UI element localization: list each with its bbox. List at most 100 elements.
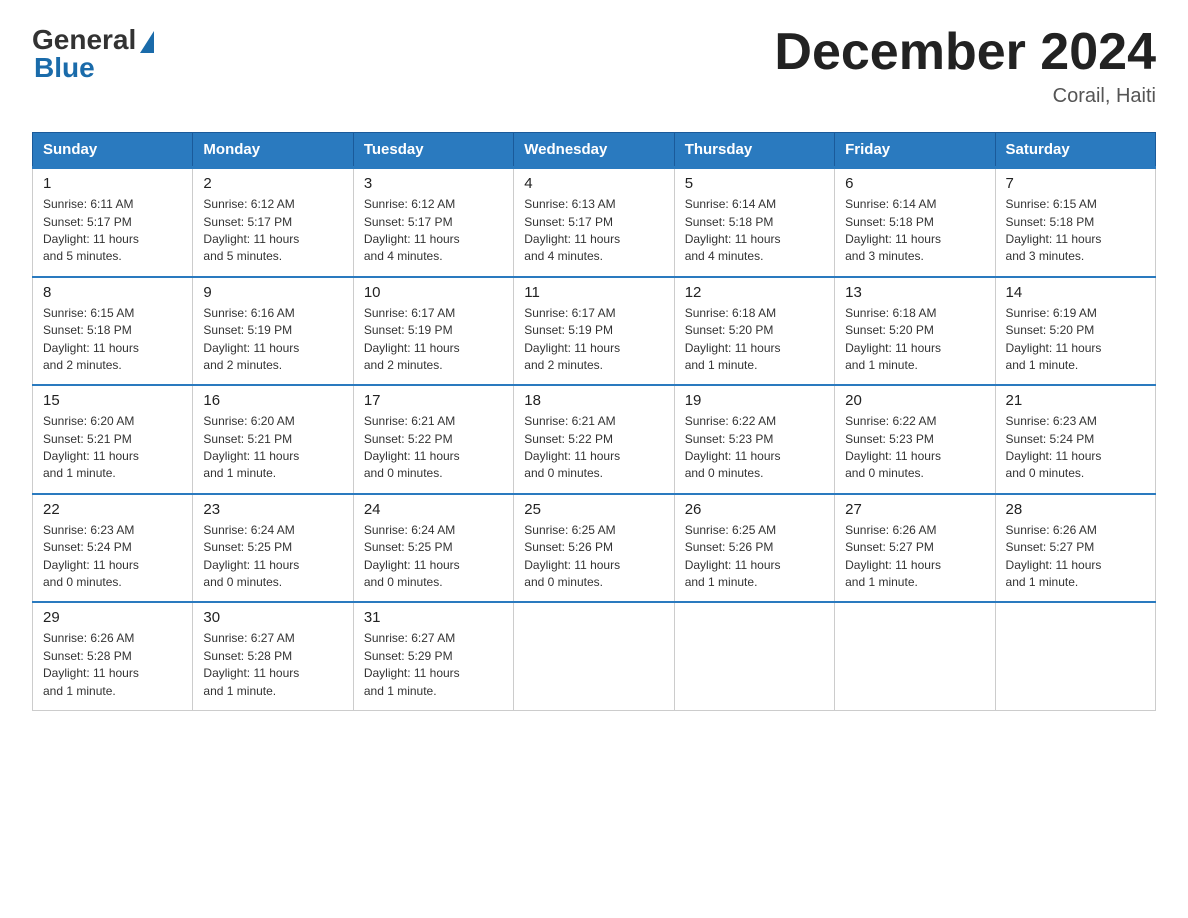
day-number: 7 <box>1006 175 1145 192</box>
day-info: Sunrise: 6:22 AMSunset: 5:23 PMDaylight:… <box>845 414 941 480</box>
table-row: 19 Sunrise: 6:22 AMSunset: 5:23 PMDaylig… <box>674 385 834 494</box>
day-number: 26 <box>685 501 824 518</box>
day-number: 20 <box>845 392 984 409</box>
table-row: 9 Sunrise: 6:16 AMSunset: 5:19 PMDayligh… <box>193 277 353 386</box>
day-info: Sunrise: 6:27 AMSunset: 5:29 PMDaylight:… <box>364 631 460 697</box>
day-info: Sunrise: 6:26 AMSunset: 5:27 PMDaylight:… <box>845 523 941 589</box>
day-info: Sunrise: 6:17 AMSunset: 5:19 PMDaylight:… <box>364 306 460 372</box>
table-row: 21 Sunrise: 6:23 AMSunset: 5:24 PMDaylig… <box>995 385 1155 494</box>
table-row: 10 Sunrise: 6:17 AMSunset: 5:19 PMDaylig… <box>353 277 513 386</box>
day-number: 17 <box>364 392 503 409</box>
day-number: 6 <box>845 175 984 192</box>
day-number: 9 <box>203 284 342 301</box>
table-row: 1 Sunrise: 6:11 AMSunset: 5:17 PMDayligh… <box>33 168 193 277</box>
location-label: Corail, Haiti <box>774 85 1156 108</box>
day-info: Sunrise: 6:23 AMSunset: 5:24 PMDaylight:… <box>1006 414 1102 480</box>
day-info: Sunrise: 6:15 AMSunset: 5:18 PMDaylight:… <box>1006 197 1102 263</box>
calendar-week-row: 22 Sunrise: 6:23 AMSunset: 5:24 PMDaylig… <box>33 494 1156 603</box>
col-tuesday: Tuesday <box>353 133 513 168</box>
table-row <box>514 602 674 710</box>
calendar-week-row: 1 Sunrise: 6:11 AMSunset: 5:17 PMDayligh… <box>33 168 1156 277</box>
table-row: 4 Sunrise: 6:13 AMSunset: 5:17 PMDayligh… <box>514 168 674 277</box>
table-row: 15 Sunrise: 6:20 AMSunset: 5:21 PMDaylig… <box>33 385 193 494</box>
day-number: 1 <box>43 175 182 192</box>
table-row: 30 Sunrise: 6:27 AMSunset: 5:28 PMDaylig… <box>193 602 353 710</box>
table-row: 22 Sunrise: 6:23 AMSunset: 5:24 PMDaylig… <box>33 494 193 603</box>
calendar-table: Sunday Monday Tuesday Wednesday Thursday… <box>32 132 1156 711</box>
table-row: 18 Sunrise: 6:21 AMSunset: 5:22 PMDaylig… <box>514 385 674 494</box>
day-number: 18 <box>524 392 663 409</box>
day-number: 24 <box>364 501 503 518</box>
logo-triangle-icon <box>140 31 154 53</box>
table-row <box>995 602 1155 710</box>
day-number: 29 <box>43 609 182 626</box>
day-number: 22 <box>43 501 182 518</box>
col-wednesday: Wednesday <box>514 133 674 168</box>
table-row: 28 Sunrise: 6:26 AMSunset: 5:27 PMDaylig… <box>995 494 1155 603</box>
table-row: 17 Sunrise: 6:21 AMSunset: 5:22 PMDaylig… <box>353 385 513 494</box>
header-right: December 2024 Corail, Haiti <box>774 24 1156 108</box>
logo-blue-text: Blue <box>32 52 95 84</box>
table-row: 2 Sunrise: 6:12 AMSunset: 5:17 PMDayligh… <box>193 168 353 277</box>
calendar-header-row: Sunday Monday Tuesday Wednesday Thursday… <box>33 133 1156 168</box>
day-info: Sunrise: 6:12 AMSunset: 5:17 PMDaylight:… <box>203 197 299 263</box>
day-info: Sunrise: 6:14 AMSunset: 5:18 PMDaylight:… <box>845 197 941 263</box>
day-info: Sunrise: 6:15 AMSunset: 5:18 PMDaylight:… <box>43 306 139 372</box>
calendar-week-row: 8 Sunrise: 6:15 AMSunset: 5:18 PMDayligh… <box>33 277 1156 386</box>
calendar-week-row: 29 Sunrise: 6:26 AMSunset: 5:28 PMDaylig… <box>33 602 1156 710</box>
table-row: 23 Sunrise: 6:24 AMSunset: 5:25 PMDaylig… <box>193 494 353 603</box>
day-info: Sunrise: 6:16 AMSunset: 5:19 PMDaylight:… <box>203 306 299 372</box>
day-number: 15 <box>43 392 182 409</box>
col-thursday: Thursday <box>674 133 834 168</box>
table-row: 27 Sunrise: 6:26 AMSunset: 5:27 PMDaylig… <box>835 494 995 603</box>
day-info: Sunrise: 6:20 AMSunset: 5:21 PMDaylight:… <box>203 414 299 480</box>
day-number: 14 <box>1006 284 1145 301</box>
day-number: 21 <box>1006 392 1145 409</box>
day-number: 25 <box>524 501 663 518</box>
day-number: 19 <box>685 392 824 409</box>
table-row: 14 Sunrise: 6:19 AMSunset: 5:20 PMDaylig… <box>995 277 1155 386</box>
day-number: 10 <box>364 284 503 301</box>
day-info: Sunrise: 6:11 AMSunset: 5:17 PMDaylight:… <box>43 197 139 263</box>
day-number: 5 <box>685 175 824 192</box>
day-number: 27 <box>845 501 984 518</box>
table-row: 13 Sunrise: 6:18 AMSunset: 5:20 PMDaylig… <box>835 277 995 386</box>
logo: General Blue <box>32 24 154 84</box>
day-number: 2 <box>203 175 342 192</box>
table-row: 31 Sunrise: 6:27 AMSunset: 5:29 PMDaylig… <box>353 602 513 710</box>
table-row: 25 Sunrise: 6:25 AMSunset: 5:26 PMDaylig… <box>514 494 674 603</box>
day-info: Sunrise: 6:24 AMSunset: 5:25 PMDaylight:… <box>203 523 299 589</box>
table-row: 6 Sunrise: 6:14 AMSunset: 5:18 PMDayligh… <box>835 168 995 277</box>
table-row: 24 Sunrise: 6:24 AMSunset: 5:25 PMDaylig… <box>353 494 513 603</box>
day-info: Sunrise: 6:26 AMSunset: 5:28 PMDaylight:… <box>43 631 139 697</box>
day-info: Sunrise: 6:19 AMSunset: 5:20 PMDaylight:… <box>1006 306 1102 372</box>
day-info: Sunrise: 6:27 AMSunset: 5:28 PMDaylight:… <box>203 631 299 697</box>
day-info: Sunrise: 6:25 AMSunset: 5:26 PMDaylight:… <box>685 523 781 589</box>
day-number: 3 <box>364 175 503 192</box>
day-number: 16 <box>203 392 342 409</box>
col-monday: Monday <box>193 133 353 168</box>
day-number: 13 <box>845 284 984 301</box>
table-row: 8 Sunrise: 6:15 AMSunset: 5:18 PMDayligh… <box>33 277 193 386</box>
table-row: 5 Sunrise: 6:14 AMSunset: 5:18 PMDayligh… <box>674 168 834 277</box>
table-row: 20 Sunrise: 6:22 AMSunset: 5:23 PMDaylig… <box>835 385 995 494</box>
table-row: 3 Sunrise: 6:12 AMSunset: 5:17 PMDayligh… <box>353 168 513 277</box>
day-number: 28 <box>1006 501 1145 518</box>
day-number: 12 <box>685 284 824 301</box>
table-row: 26 Sunrise: 6:25 AMSunset: 5:26 PMDaylig… <box>674 494 834 603</box>
table-row: 11 Sunrise: 6:17 AMSunset: 5:19 PMDaylig… <box>514 277 674 386</box>
day-info: Sunrise: 6:25 AMSunset: 5:26 PMDaylight:… <box>524 523 620 589</box>
day-info: Sunrise: 6:24 AMSunset: 5:25 PMDaylight:… <box>364 523 460 589</box>
day-info: Sunrise: 6:13 AMSunset: 5:17 PMDaylight:… <box>524 197 620 263</box>
day-number: 8 <box>43 284 182 301</box>
day-number: 11 <box>524 284 663 301</box>
col-saturday: Saturday <box>995 133 1155 168</box>
day-info: Sunrise: 6:20 AMSunset: 5:21 PMDaylight:… <box>43 414 139 480</box>
day-info: Sunrise: 6:23 AMSunset: 5:24 PMDaylight:… <box>43 523 139 589</box>
table-row: 7 Sunrise: 6:15 AMSunset: 5:18 PMDayligh… <box>995 168 1155 277</box>
day-number: 30 <box>203 609 342 626</box>
day-info: Sunrise: 6:18 AMSunset: 5:20 PMDaylight:… <box>685 306 781 372</box>
day-number: 31 <box>364 609 503 626</box>
day-number: 4 <box>524 175 663 192</box>
col-friday: Friday <box>835 133 995 168</box>
